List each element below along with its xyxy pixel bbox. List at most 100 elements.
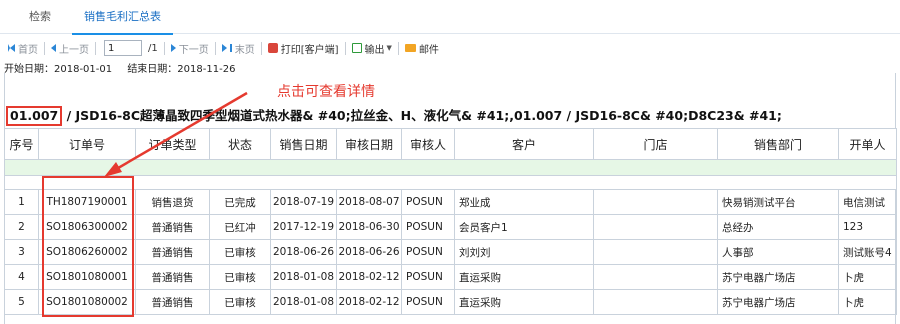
divider <box>95 41 96 55</box>
prev-page-button[interactable]: 上一页 <box>51 41 89 56</box>
cell-no: 3 <box>4 239 39 265</box>
order-link[interactable]: TH1807190001 <box>38 189 136 215</box>
cell-auditor: POSUN <box>401 214 455 240</box>
table-row: 1 TH1807190001 销售退货 已完成 2018-07-19 2018-… <box>4 189 897 215</box>
divider <box>214 41 216 55</box>
mail-button[interactable]: 邮件 <box>404 41 439 56</box>
group-band-cell <box>4 159 897 176</box>
mail-label: 邮件 <box>418 44 439 56</box>
page-number-input[interactable] <box>104 40 142 56</box>
cell-store <box>593 239 718 265</box>
cell-auditor: POSUN <box>401 264 455 290</box>
cell-customer: 刘刘刘 <box>454 239 594 265</box>
divider <box>163 41 165 55</box>
cell-status: 已完成 <box>209 189 271 215</box>
cell-type: 普通销售 <box>135 214 210 240</box>
cell-status: 已审核 <box>209 289 271 315</box>
column-header-customer: 客户 <box>454 128 594 160</box>
tab-bar: 检索 销售毛利汇总表 <box>0 0 900 35</box>
print-icon <box>267 43 278 53</box>
divider <box>44 41 45 55</box>
column-header-store: 门店 <box>593 128 718 160</box>
order-table: 序号 订单号 订单类型 状态 销售日期 审核日期 审核人 客户 门店 销售部门 … <box>4 128 897 315</box>
cell-type: 销售退货 <box>135 189 210 215</box>
divider <box>344 41 346 55</box>
cell-sale-date: 2018-01-08 <box>270 289 337 315</box>
prev-page-label: 上一页 <box>59 44 89 56</box>
cell-no: 1 <box>4 189 39 215</box>
first-page-icon <box>8 44 15 52</box>
column-header-type: 订单类型 <box>135 128 210 160</box>
column-header-creator: 开单人 <box>838 128 897 160</box>
cell-type: 普通销售 <box>135 239 210 265</box>
tab-search[interactable]: 检索 <box>29 0 51 34</box>
cell-creator: 测试账号4 <box>838 239 897 265</box>
cell-no: 4 <box>4 264 39 290</box>
cell-dept: 总经办 <box>717 214 839 240</box>
cell-audit-date: 2018-08-07 <box>336 189 402 215</box>
spacer-cell <box>4 175 897 190</box>
annotation-hint: 点击可查看详情 <box>277 84 375 100</box>
report-toolbar: 首页 上一页 /1 下一页 末页 打印[客户端] 输出 ▼ 邮件 <box>0 37 900 59</box>
group-band-row <box>4 159 897 176</box>
cell-creator: 卜虎 <box>838 264 897 290</box>
table-header-row: 序号 订单号 订单类型 状态 销售日期 审核日期 审核人 客户 门店 销售部门 … <box>4 128 897 160</box>
table-row: 3 SO1806260002 普通销售 已审核 2018-06-26 2018-… <box>4 239 897 265</box>
cell-status: 已红冲 <box>209 214 271 240</box>
last-page-icon <box>221 44 227 52</box>
next-page-icon <box>170 44 176 52</box>
print-button[interactable]: 打印[客户端] <box>267 41 339 56</box>
last-page-label: 末页 <box>234 44 255 56</box>
cell-creator: 电信测试 <box>838 189 897 215</box>
cell-status: 已审核 <box>209 264 271 290</box>
cell-no: 5 <box>4 289 39 315</box>
column-header-order: 订单号 <box>38 128 136 160</box>
cell-audit-date: 2018-06-26 <box>336 239 402 265</box>
page-total: /1 <box>148 42 158 54</box>
cell-no: 2 <box>4 214 39 240</box>
table-row: 2 SO1806300002 普通销售 已红冲 2017-12-19 2018-… <box>4 214 897 240</box>
product-title: 01.007 / JSD16-8C超薄晶致四季型烟道式热水器& #40;拉丝金、… <box>4 105 896 127</box>
cell-sale-date: 2018-07-19 <box>270 189 337 215</box>
first-page-button[interactable]: 首页 <box>8 41 38 56</box>
print-label: 打印[客户端] <box>280 44 339 56</box>
tab-sales-margin-summary[interactable]: 销售毛利汇总表 <box>72 0 173 35</box>
divider <box>397 41 399 55</box>
next-page-button[interactable]: 下一页 <box>170 41 209 56</box>
cell-auditor: POSUN <box>401 239 455 265</box>
column-header-dept: 销售部门 <box>717 128 839 160</box>
column-header-sale-date: 销售日期 <box>270 128 337 160</box>
column-header-auditor: 审核人 <box>401 128 455 160</box>
cell-store <box>593 214 718 240</box>
cell-auditor: POSUN <box>401 189 455 215</box>
cell-audit-date: 2018-02-12 <box>336 289 402 315</box>
last-page-button[interactable]: 末页 <box>221 41 255 56</box>
order-link[interactable]: SO1806260002 <box>38 239 136 265</box>
column-header-status: 状态 <box>209 128 271 160</box>
export-icon <box>351 43 362 53</box>
cell-customer: 会员客户1 <box>454 214 594 240</box>
cell-dept: 苏宁电器广场店 <box>717 264 839 290</box>
cell-audit-date: 2018-06-30 <box>336 214 402 240</box>
chevron-down-icon: ▼ <box>386 44 392 52</box>
column-header-no: 序号 <box>4 128 39 160</box>
first-page-label: 首页 <box>18 44 38 56</box>
next-page-label: 下一页 <box>178 44 209 56</box>
cell-dept: 苏宁电器广场店 <box>717 289 839 315</box>
cell-store <box>593 189 718 215</box>
spacer-row <box>4 175 897 190</box>
cell-store <box>593 289 718 315</box>
cell-customer: 直运采购 <box>454 289 594 315</box>
order-link[interactable]: SO1806300002 <box>38 214 136 240</box>
table-row: 5 SO1801080002 普通销售 已审核 2018-01-08 2018-… <box>4 289 897 315</box>
product-code: 01.007 <box>6 106 63 126</box>
table-row: 4 SO1801080001 普通销售 已审核 2018-01-08 2018-… <box>4 264 897 290</box>
export-button[interactable]: 输出 ▼ <box>351 41 392 56</box>
product-description: / JSD16-8C超薄晶致四季型烟道式热水器& #40;拉丝金、H、液化气& … <box>66 108 782 123</box>
order-link[interactable]: SO1801080001 <box>38 264 136 290</box>
order-link[interactable]: SO1801080002 <box>38 289 136 315</box>
cell-sale-date: 2018-06-26 <box>270 239 337 265</box>
cell-sale-date: 2017-12-19 <box>270 214 337 240</box>
cell-audit-date: 2018-02-12 <box>336 264 402 290</box>
last-page-icon-bar <box>229 44 232 52</box>
